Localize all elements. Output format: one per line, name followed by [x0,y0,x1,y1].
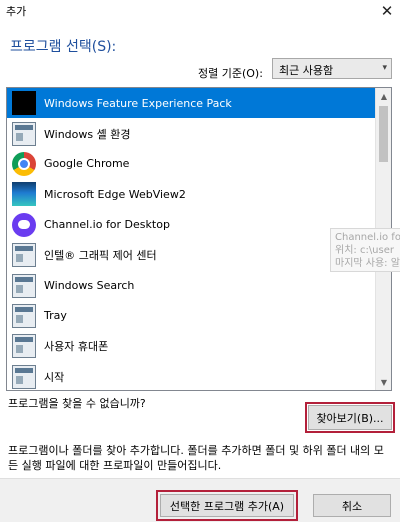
tooltip-line-name: Channel.io for [335,232,400,243]
add-description: 프로그램이나 폴더를 찾아 추가합니다. 폴더를 추가하면 폴더 및 하위 폴더… [8,444,384,472]
select-program-heading: 프로그램 선택(S): [10,39,117,55]
edge-webview-icon [12,182,36,207]
add-selected-program-button[interactable]: 선택한 프로그램 추가(A) [156,490,298,521]
app-window-icon [12,303,36,328]
app-window-icon [12,364,36,389]
close-icon[interactable]: ✕ [376,0,398,22]
chrome-icon [12,151,36,176]
program-list-item[interactable]: Windows 셸 환경 [7,118,376,148]
tooltip-line-location: 위치: c:\user [335,245,394,256]
footer-divider [0,478,400,479]
program-list-item[interactable]: Google Chrome [7,149,376,179]
program-label: 시작 [44,370,65,384]
program-label: Microsoft Edge WebView2 [44,187,186,201]
scroll-up-icon[interactable]: ▲ [376,88,391,104]
program-not-found-label: 프로그램을 찾을 수 없습니까? [8,397,146,410]
title-bar: 추가 ✕ [0,0,400,22]
program-list-items: Windows Feature Experience Pack Windows 셸… [7,88,376,390]
program-tooltip: Channel.io for 위치: c:\user 마지막 사용: 알 [330,228,400,272]
add-program-dialog: 추가 ✕ 프로그램 선택(S): 정렬 기준(O): 최근 사용함 ▾ Wind… [0,0,400,522]
app-window-icon [12,243,36,268]
program-label: 인텔® 그래픽 제어 센터 [44,249,157,263]
program-list-item[interactable]: 인텔® 그래픽 제어 센터 [7,240,376,270]
program-label: Google Chrome [44,157,130,171]
sort-by-value: 최근 사용함 [279,64,334,77]
app-window-icon [12,121,36,146]
program-label: Tray [44,309,67,323]
program-list-item[interactable]: Microsoft Edge WebView2 [7,179,376,209]
scroll-down-icon[interactable]: ▼ [376,374,391,390]
browse-button[interactable]: 찾아보기(B)... [305,402,395,433]
program-list-item[interactable]: Channel.io for Desktop [7,210,376,240]
app-window-icon [12,334,36,359]
program-list-item[interactable]: 사용자 휴대폰 [7,331,376,361]
program-label: Windows Feature Experience Pack [44,96,232,110]
chevron-down-icon: ▾ [382,63,387,73]
sort-by-select[interactable]: 최근 사용함 ▾ [272,58,392,79]
app-window-icon [12,273,36,298]
cancel-button[interactable]: 취소 [313,494,391,517]
program-list-item[interactable]: 시작 [7,362,376,390]
channel-io-icon [12,212,36,237]
program-label: 사용자 휴대폰 [44,340,109,354]
tooltip-line-last-used: 마지막 사용: 알 [335,258,400,269]
program-list-item[interactable]: Tray [7,301,376,331]
sort-by-label: 정렬 기준(O): [198,67,263,80]
program-list-item[interactable]: Windows Search [7,270,376,300]
program-list-item[interactable]: Windows Feature Experience Pack [7,88,376,119]
dialog-title: 추가 [6,5,27,18]
scroll-thumb[interactable] [379,106,388,162]
black-square-icon [12,91,36,116]
program-label: Windows 셸 환경 [44,127,131,141]
program-label: Windows Search [44,279,135,293]
program-label: Channel.io for Desktop [44,218,170,232]
